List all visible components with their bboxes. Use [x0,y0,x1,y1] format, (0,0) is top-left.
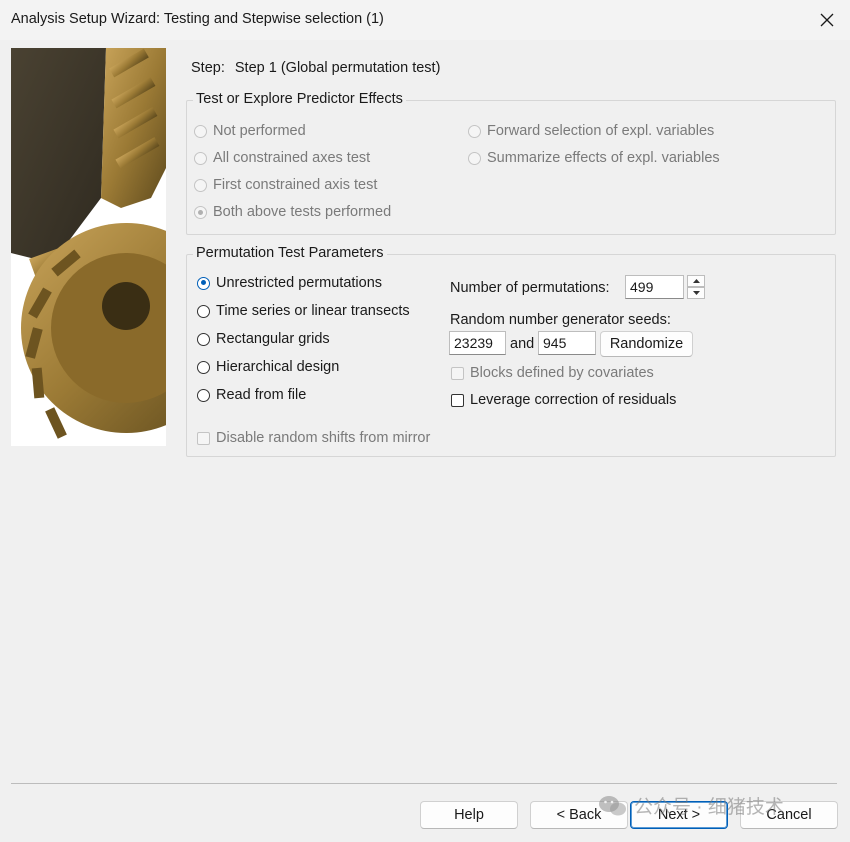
seeds-label: Random number generator seeds: [450,312,671,328]
radio-indicator [194,124,207,138]
radio-summarize-effects[interactable]: Summarize effects of expl. variables [468,150,720,166]
radio-label: First constrained axis test [213,177,378,193]
radio-label: Not performed [213,123,306,139]
radio-rectangular-grids[interactable]: Rectangular grids [197,331,330,347]
radio-time-series[interactable]: Time series or linear transects [197,303,410,319]
caret-up-icon [692,279,700,283]
radio-indicator [197,388,210,402]
wizard-picture [11,48,166,446]
radio-read-from-file[interactable]: Read from file [197,387,306,403]
radio-label: Hierarchical design [216,359,340,375]
radio-indicator [197,360,210,374]
radio-indicator [197,276,210,290]
radio-both-tests[interactable]: Both above tests performed [194,204,391,220]
footer-separator [11,783,837,784]
checkbox-label: Leverage correction of residuals [470,392,677,408]
cancel-button[interactable]: Cancel [740,801,838,829]
checkbox-disable-random-shifts[interactable]: Disable random shifts from mirror [197,430,430,446]
radio-unrestricted-permutations[interactable]: Unrestricted permutations [197,275,382,291]
num-permutations-input[interactable]: 499 [625,275,684,299]
radio-indicator [197,332,210,346]
radio-indicator [468,124,481,138]
spin-down-button[interactable] [687,287,705,299]
close-button[interactable] [804,0,850,40]
checkbox-indicator [197,431,210,445]
radio-label: Summarize effects of expl. variables [487,150,720,166]
radio-label: Both above tests performed [213,204,392,220]
radio-label: Unrestricted permutations [216,275,383,291]
radio-label: Rectangular grids [216,331,330,347]
step-label: Step: [191,60,225,76]
radio-first-constrained-axis[interactable]: First constrained axis test [194,177,377,193]
radio-indicator [194,151,207,165]
radio-all-constrained-axes[interactable]: All constrained axes test [194,150,370,166]
checkbox-indicator [451,393,464,407]
radio-label: Forward selection of expl. variables [487,123,715,139]
num-permutations-label: Number of permutations: [450,280,610,296]
step-indicator: Step: Step 1 (Global permutation test) [191,60,440,76]
radio-label: Read from file [216,387,307,403]
next-button[interactable]: Next > [630,801,728,829]
and-label: and [510,336,535,352]
checkbox-indicator [451,366,464,380]
checkbox-leverage-correction[interactable]: Leverage correction of residuals [451,392,676,408]
radio-indicator [197,304,210,318]
title-bar: Analysis Setup Wizard: Testing and Stepw… [0,0,850,40]
spin-up-button[interactable] [687,275,705,287]
radio-indicator [468,151,481,165]
seed2-input[interactable]: 945 [538,331,596,355]
randomize-button[interactable]: Randomize [600,331,693,357]
radio-label: All constrained axes test [213,150,371,166]
window-title: Analysis Setup Wizard: Testing and Stepw… [11,11,384,27]
radio-label: Time series or linear transects [216,303,410,319]
radio-not-performed[interactable]: Not performed [194,123,306,139]
close-icon [820,13,834,27]
num-permutations-spinner[interactable] [687,275,705,299]
step-value: Step 1 (Global permutation test) [234,60,441,76]
radio-indicator [194,205,207,219]
radio-hierarchical-design[interactable]: Hierarchical design [197,359,339,375]
radio-forward-selection[interactable]: Forward selection of expl. variables [468,123,714,139]
predictor-effects-legend: Test or Explore Predictor Effects [193,91,406,107]
permutation-parameters-legend: Permutation Test Parameters [193,245,387,261]
back-button[interactable]: < Back [530,801,628,829]
checkbox-blocks-by-covariates[interactable]: Blocks defined by covariates [451,365,654,381]
checkbox-label: Disable random shifts from mirror [216,430,431,446]
help-button[interactable]: Help [420,801,518,829]
permutation-parameters-group: Permutation Test Parameters Unrestricted… [186,245,836,457]
radio-indicator [194,178,207,192]
predictor-effects-group: Test or Explore Predictor Effects Not pe… [186,91,836,235]
checkbox-label: Blocks defined by covariates [470,365,654,381]
seed1-input[interactable]: 23239 [449,331,506,355]
caret-down-icon [692,291,700,295]
